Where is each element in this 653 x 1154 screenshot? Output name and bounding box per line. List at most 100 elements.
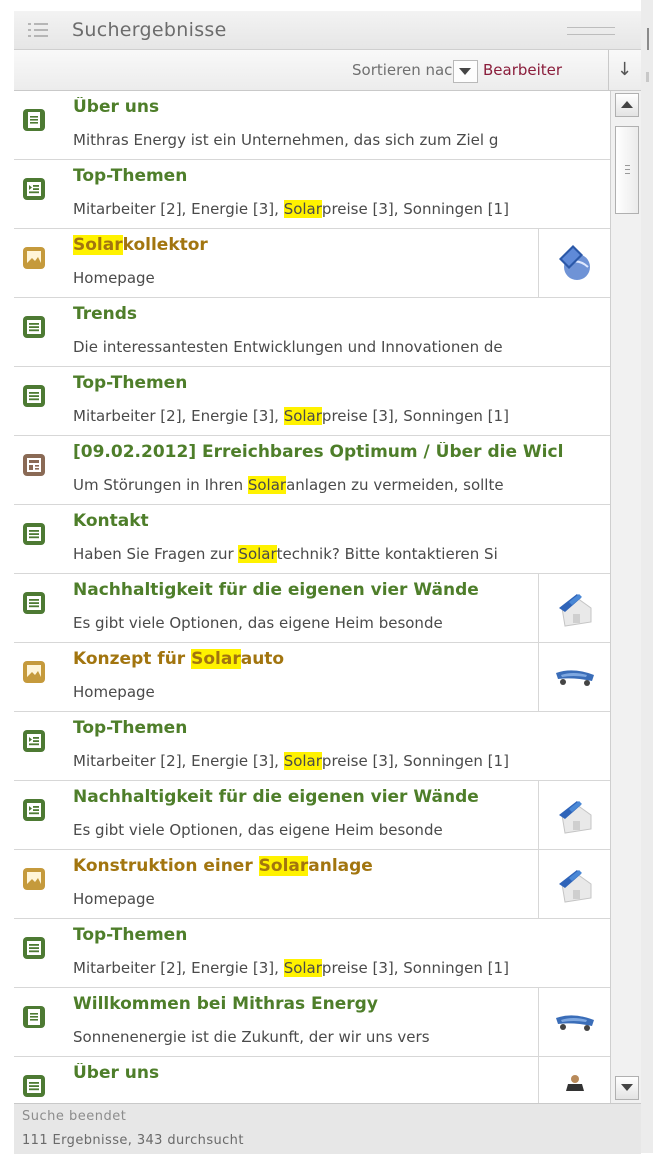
result-title[interactable]: Konzept für Solarauto	[73, 649, 538, 669]
globe-thumbnail-image	[559, 245, 590, 280]
scroll-up-button[interactable]	[615, 93, 639, 117]
result-thumbnail[interactable]	[538, 850, 610, 918]
result-description-text: Mitarbeiter [2], Energie [3],	[73, 959, 284, 977]
status-footer: Suche beendet 111 Ergebnisse, 343 durchs…	[14, 1103, 641, 1154]
result-row[interactable]: [09.02.2012] Erreichbares Optimum / Über…	[14, 436, 610, 505]
text-page-icon	[23, 937, 45, 959]
result-description-text: Homepage	[73, 890, 155, 908]
result-title[interactable]: Top-Themen	[73, 718, 610, 738]
panel-drag-handle[interactable]	[567, 27, 615, 35]
result-row[interactable]: Top-Themen Mitarbeiter [2], Energie [3], …	[14, 367, 610, 436]
result-title-text: auto	[240, 649, 285, 669]
result-title-text: Top-Themen	[73, 166, 188, 186]
result-row[interactable]: Willkommen bei Mithras Energy Sonnenenerg…	[14, 988, 610, 1057]
result-description-text: Mitarbeiter [2], Energie [3],	[73, 752, 284, 770]
result-row[interactable]: Nachhaltigkeit für die eigenen vier Wänd…	[14, 574, 610, 643]
sort-direction-button[interactable]: ↓	[617, 59, 632, 80]
result-description-text: Um Störungen in Ihren	[73, 476, 248, 494]
result-description: Homepage	[73, 269, 538, 287]
result-count: 111 Ergebnisse, 343 durchsucht	[22, 1133, 244, 1148]
result-description-text: preise [3], Sonningen [1]	[321, 959, 509, 977]
vertical-scrollbar[interactable]	[610, 91, 642, 1103]
search-highlight: Solar	[191, 649, 241, 669]
result-description-text: Homepage	[73, 269, 155, 287]
result-title-text: Konzept für	[73, 649, 192, 669]
search-highlight: Solar	[283, 200, 322, 218]
result-thumbnail[interactable]	[538, 574, 610, 642]
result-description-text: Mitarbeiter [2], Energie [3],	[73, 407, 284, 425]
result-description-text: Haben Sie Fragen zur	[73, 545, 239, 563]
result-title-text: Trends	[73, 304, 138, 324]
result-thumbnail[interactable]	[538, 229, 610, 297]
result-row[interactable]: Top-Themen Mitarbeiter [2], Energie [3], …	[14, 919, 610, 988]
result-title-text: Über uns	[73, 97, 160, 117]
result-title[interactable]: Konstruktion einer Solaranlage	[73, 856, 538, 876]
result-thumbnail[interactable]	[538, 988, 610, 1056]
result-title[interactable]: Über uns	[73, 1063, 538, 1083]
result-row[interactable]: Konzept für Solarauto Homepage	[14, 643, 610, 712]
result-description: Mithras Energy ist ein Unternehmen, das …	[73, 131, 610, 149]
result-title[interactable]: Über uns	[73, 97, 610, 117]
list-icon	[28, 23, 48, 37]
result-row[interactable]: Trends Die interessantesten Entwicklungen…	[14, 298, 610, 367]
result-title[interactable]: Kontakt	[73, 511, 610, 531]
sort-label: Sortieren nach:	[352, 61, 467, 79]
result-row[interactable]: Top-Themen Mitarbeiter [2], Energie [3], …	[14, 712, 610, 781]
result-title[interactable]: Trends	[73, 304, 610, 324]
result-title[interactable]: Top-Themen	[73, 166, 610, 186]
image-icon	[23, 247, 45, 269]
sort-field-value[interactable]: Bearbeiter	[483, 61, 562, 79]
result-title[interactable]: Top-Themen	[73, 373, 610, 393]
result-description-text: Mitarbeiter [2], Energie [3],	[73, 200, 284, 218]
result-thumbnail[interactable]	[538, 781, 610, 849]
search-status: Suche beendet	[22, 1109, 127, 1124]
text-page-icon	[23, 1075, 45, 1097]
result-title-text: Top-Themen	[73, 925, 188, 945]
result-row[interactable]: Konstruktion einer Solaranlage Homepage	[14, 850, 610, 919]
image-icon	[23, 868, 45, 890]
result-title[interactable]: Top-Themen	[73, 925, 610, 945]
search-highlight: Solar	[283, 407, 322, 425]
result-description: Homepage	[73, 683, 538, 701]
result-title[interactable]: [09.02.2012] Erreichbares Optimum / Über…	[73, 442, 610, 462]
splitter[interactable]	[641, 0, 653, 1153]
result-title[interactable]: Willkommen bei Mithras Energy	[73, 994, 538, 1014]
page-icon	[23, 109, 45, 131]
scroll-thumb[interactable]	[615, 126, 639, 214]
result-row[interactable]: Über uns	[14, 1057, 610, 1103]
panel-titlebar: Suchergebnisse	[14, 11, 641, 50]
result-description-text: Sonnenenergie ist die Zukunft, der wir u…	[73, 1028, 430, 1046]
person-thumbnail-image	[566, 1075, 584, 1091]
sort-dropdown-button[interactable]	[453, 60, 478, 83]
result-description-text: Es gibt viele Optionen, das eigene Heim …	[73, 614, 443, 632]
result-row[interactable]: Über uns Mithras Energy ist ein Unternehm…	[14, 91, 610, 160]
result-description-text: preise [3], Sonningen [1]	[321, 752, 509, 770]
result-title[interactable]: Nachhaltigkeit für die eigenen vier Wänd…	[73, 580, 538, 600]
result-description-text: anlagen zu vermeiden, sollte	[286, 476, 504, 494]
result-row[interactable]: Kontakt Haben Sie Fragen zur Solartechnik…	[14, 505, 610, 574]
result-description-text: Es gibt viele Optionen, das eigene Heim …	[73, 821, 443, 839]
result-title-text: Top-Themen	[73, 718, 188, 738]
result-row[interactable]: Solarkollektor Homepage	[14, 229, 610, 298]
result-title[interactable]: Nachhaltigkeit für die eigenen vier Wänd…	[73, 787, 538, 807]
result-row[interactable]: Nachhaltigkeit für die eigenen vier Wänd…	[14, 781, 610, 850]
result-thumbnail[interactable]	[538, 1057, 610, 1103]
scroll-down-button[interactable]	[615, 1076, 639, 1100]
result-description-text: Die interessantesten Entwicklungen und I…	[73, 338, 503, 356]
results-list: Über uns Mithras Energy ist ein Unternehm…	[14, 91, 610, 1103]
result-title[interactable]: Solarkollektor	[73, 235, 538, 255]
result-description: Es gibt viele Optionen, das eigene Heim …	[73, 821, 538, 839]
result-description-text: preise [3], Sonningen [1]	[321, 200, 509, 218]
result-title-text: anlage	[308, 856, 373, 876]
result-description-text: Homepage	[73, 683, 155, 701]
result-title-text: Nachhaltigkeit für die eigenen vier Wänd…	[73, 787, 479, 807]
news-icon	[23, 454, 45, 476]
list-page-icon	[23, 730, 45, 752]
result-thumbnail[interactable]	[538, 643, 610, 711]
result-description-text: technik? Bitte kontaktieren Si	[276, 545, 498, 563]
sort-separator	[608, 50, 609, 90]
result-description: Homepage	[73, 890, 538, 908]
result-row[interactable]: Top-Themen Mitarbeiter [2], Energie [3], …	[14, 160, 610, 229]
search-highlight: Solar	[283, 959, 322, 977]
car-thumbnail-image	[556, 1015, 594, 1031]
